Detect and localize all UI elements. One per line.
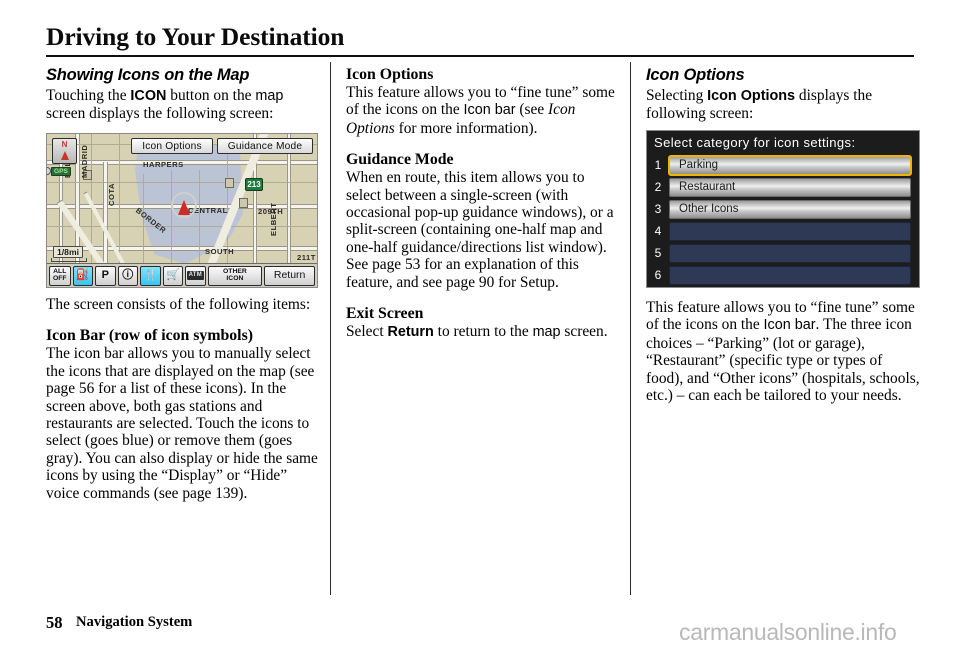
col1-intro-c: screen displays the following screen: xyxy=(46,105,274,123)
map-street-label: HARPERS xyxy=(143,160,184,169)
col2-p3-c: screen. xyxy=(560,323,608,341)
row-restaurant-button[interactable]: Restaurant xyxy=(669,177,911,197)
col3-intro-icon-options-keyword: Icon Options xyxy=(707,88,796,104)
col1-after-figure: The screen consists of the following ite… xyxy=(46,296,311,313)
col2-p3-return-keyword: Return xyxy=(387,324,434,341)
col3-intro-a: Selecting xyxy=(646,87,708,104)
list-item: 6 xyxy=(647,264,919,286)
map-street-label: COTA xyxy=(107,183,116,206)
list-item[interactable]: 2 Restaurant xyxy=(647,176,919,198)
compass-north-label: N xyxy=(61,140,68,149)
row-number: 6 xyxy=(654,268,662,282)
route-shield-icon: 213 xyxy=(245,178,263,191)
map-poi-marker xyxy=(239,198,248,208)
map-icon-bar: ALL OFF ⛽ P ⓘ 🍴 🛒 ATM OTHER ICON Return xyxy=(47,263,317,287)
col2-p3-map-keyword: map xyxy=(532,324,561,341)
col3-heading: Icon Options xyxy=(646,66,745,84)
row-empty-six xyxy=(669,265,911,285)
col2-paragraph-two: When en route, this item allows you to s… xyxy=(346,169,614,291)
list-item: 5 xyxy=(647,242,919,264)
map-road-thin xyxy=(119,134,120,266)
column-divider-left xyxy=(330,62,331,595)
map-street-label: MADRID xyxy=(80,144,89,178)
map-street-label: ELBERT xyxy=(269,202,278,236)
column-one: Showing Icons on the Map Touching the IC… xyxy=(46,66,322,123)
restaurant-icon[interactable]: 🍴 xyxy=(140,265,161,286)
col2-p1-b: (see xyxy=(515,101,549,119)
watermark: carmanualsonline.info xyxy=(679,619,897,645)
col3-body-paragraph: This feature allows you to “fine tune” s… xyxy=(646,299,922,404)
col1-intro-b: button on the xyxy=(166,87,256,104)
other-icon-button[interactable]: OTHER ICON xyxy=(207,265,263,286)
col2-heading-guidance-mode: Guidance Mode xyxy=(346,151,454,169)
map-return-button[interactable]: Return xyxy=(264,265,315,286)
row-other-icons-button[interactable]: Other Icons xyxy=(669,199,911,219)
row-number: 4 xyxy=(654,224,662,238)
icon-settings-screenshot: Select category for icon settings: 1 Par… xyxy=(646,130,920,288)
icon-settings-header: Select category for icon settings: xyxy=(654,135,856,150)
col2-heading-exit-screen: Exit Screen xyxy=(346,305,424,323)
col2-p3-b: to return to the xyxy=(433,323,533,341)
column-two: Icon Options This feature allows you to … xyxy=(346,66,622,341)
col2-heading-icon-options: Icon Options xyxy=(346,66,434,83)
header-rule xyxy=(46,55,914,57)
compass-arrow-icon xyxy=(60,151,69,160)
map-guidance-mode-button[interactable]: Guidance Mode xyxy=(217,138,313,154)
row-number: 3 xyxy=(654,202,662,216)
map-road xyxy=(103,162,108,266)
atm-icon[interactable]: ATM xyxy=(185,265,206,286)
vehicle-position-marker xyxy=(171,192,197,218)
col3-intro-paragraph: Selecting Icon Options displays the foll… xyxy=(646,87,922,123)
map-icon-options-button[interactable]: Icon Options xyxy=(131,138,213,154)
parking-icon[interactable]: P xyxy=(95,265,116,286)
map-scale-label: 1/8mi xyxy=(53,246,83,258)
col1-body: The icon bar allows you to manually sele… xyxy=(46,345,318,502)
map-poi-marker xyxy=(225,178,234,188)
col2-p1-iconbar-keyword: Icon bar xyxy=(463,102,516,119)
compass-icon[interactable]: N xyxy=(52,138,77,164)
col1-intro-paragraph: Touching the ICON button on the map scre… xyxy=(46,87,322,123)
page-title: Driving to Your Destination xyxy=(46,22,345,51)
map-screen-screenshot: HARPERS CENTRAL SOUTH 209TH 211T BEL MAD… xyxy=(46,133,318,288)
list-item[interactable]: 1 Parking xyxy=(647,154,919,176)
map-road-thin xyxy=(171,170,172,266)
col1-heading: Showing Icons on the Map xyxy=(46,66,250,84)
column-divider-right xyxy=(630,62,631,595)
icon-bar-all-off-button[interactable]: ALL OFF xyxy=(49,265,71,286)
list-item: 4 xyxy=(647,220,919,242)
col1-subheading: Icon Bar (row of icon symbols) xyxy=(46,327,253,345)
col1-intro-a: Touching the xyxy=(46,87,131,104)
col2-p3-a: Select xyxy=(346,323,388,341)
col3-body-iconbar-keyword: Icon bar xyxy=(763,317,816,334)
row-number: 2 xyxy=(654,180,662,194)
map-street-label: SOUTH xyxy=(205,247,235,256)
footer-section-label: Navigation System xyxy=(76,614,193,630)
column-one-continued: The screen consists of the following ite… xyxy=(46,296,322,502)
row-number: 1 xyxy=(654,158,662,172)
column-three: Icon Options Selecting Icon Options disp… xyxy=(646,66,922,123)
list-item[interactable]: 3 Other Icons xyxy=(647,198,919,220)
footer-page-number: 58 xyxy=(46,613,63,632)
col2-paragraph-one: This feature allows you to “fine tune” s… xyxy=(346,84,622,137)
information-icon[interactable]: ⓘ xyxy=(117,265,139,286)
column-three-continued: This feature allows you to “fine tune” s… xyxy=(646,299,922,404)
col2-p1-c: for more information). xyxy=(394,119,538,137)
row-parking-button[interactable]: Parking xyxy=(668,154,912,176)
map-road-thin xyxy=(199,170,200,266)
shopping-cart-icon[interactable]: 🛒 xyxy=(162,265,184,286)
row-number: 5 xyxy=(654,246,662,260)
vehicle-heading-arrow xyxy=(178,200,190,215)
row-empty-five xyxy=(669,243,911,263)
gps-status-badge: GPS xyxy=(51,167,71,176)
map-street-label: 211T xyxy=(297,253,316,262)
row-empty-four xyxy=(669,221,911,241)
col1-intro-icon-keyword: ICON xyxy=(130,88,167,104)
col2-paragraph-three: Select Return to return to the map scree… xyxy=(346,323,622,341)
map-scale-bar xyxy=(51,258,87,262)
col1-intro-map-keyword: map xyxy=(255,88,284,104)
gas-station-icon[interactable]: ⛽ xyxy=(72,265,94,286)
map-road-thin xyxy=(47,182,317,183)
document-page: Driving to Your Destination Showing Icon… xyxy=(0,0,960,655)
